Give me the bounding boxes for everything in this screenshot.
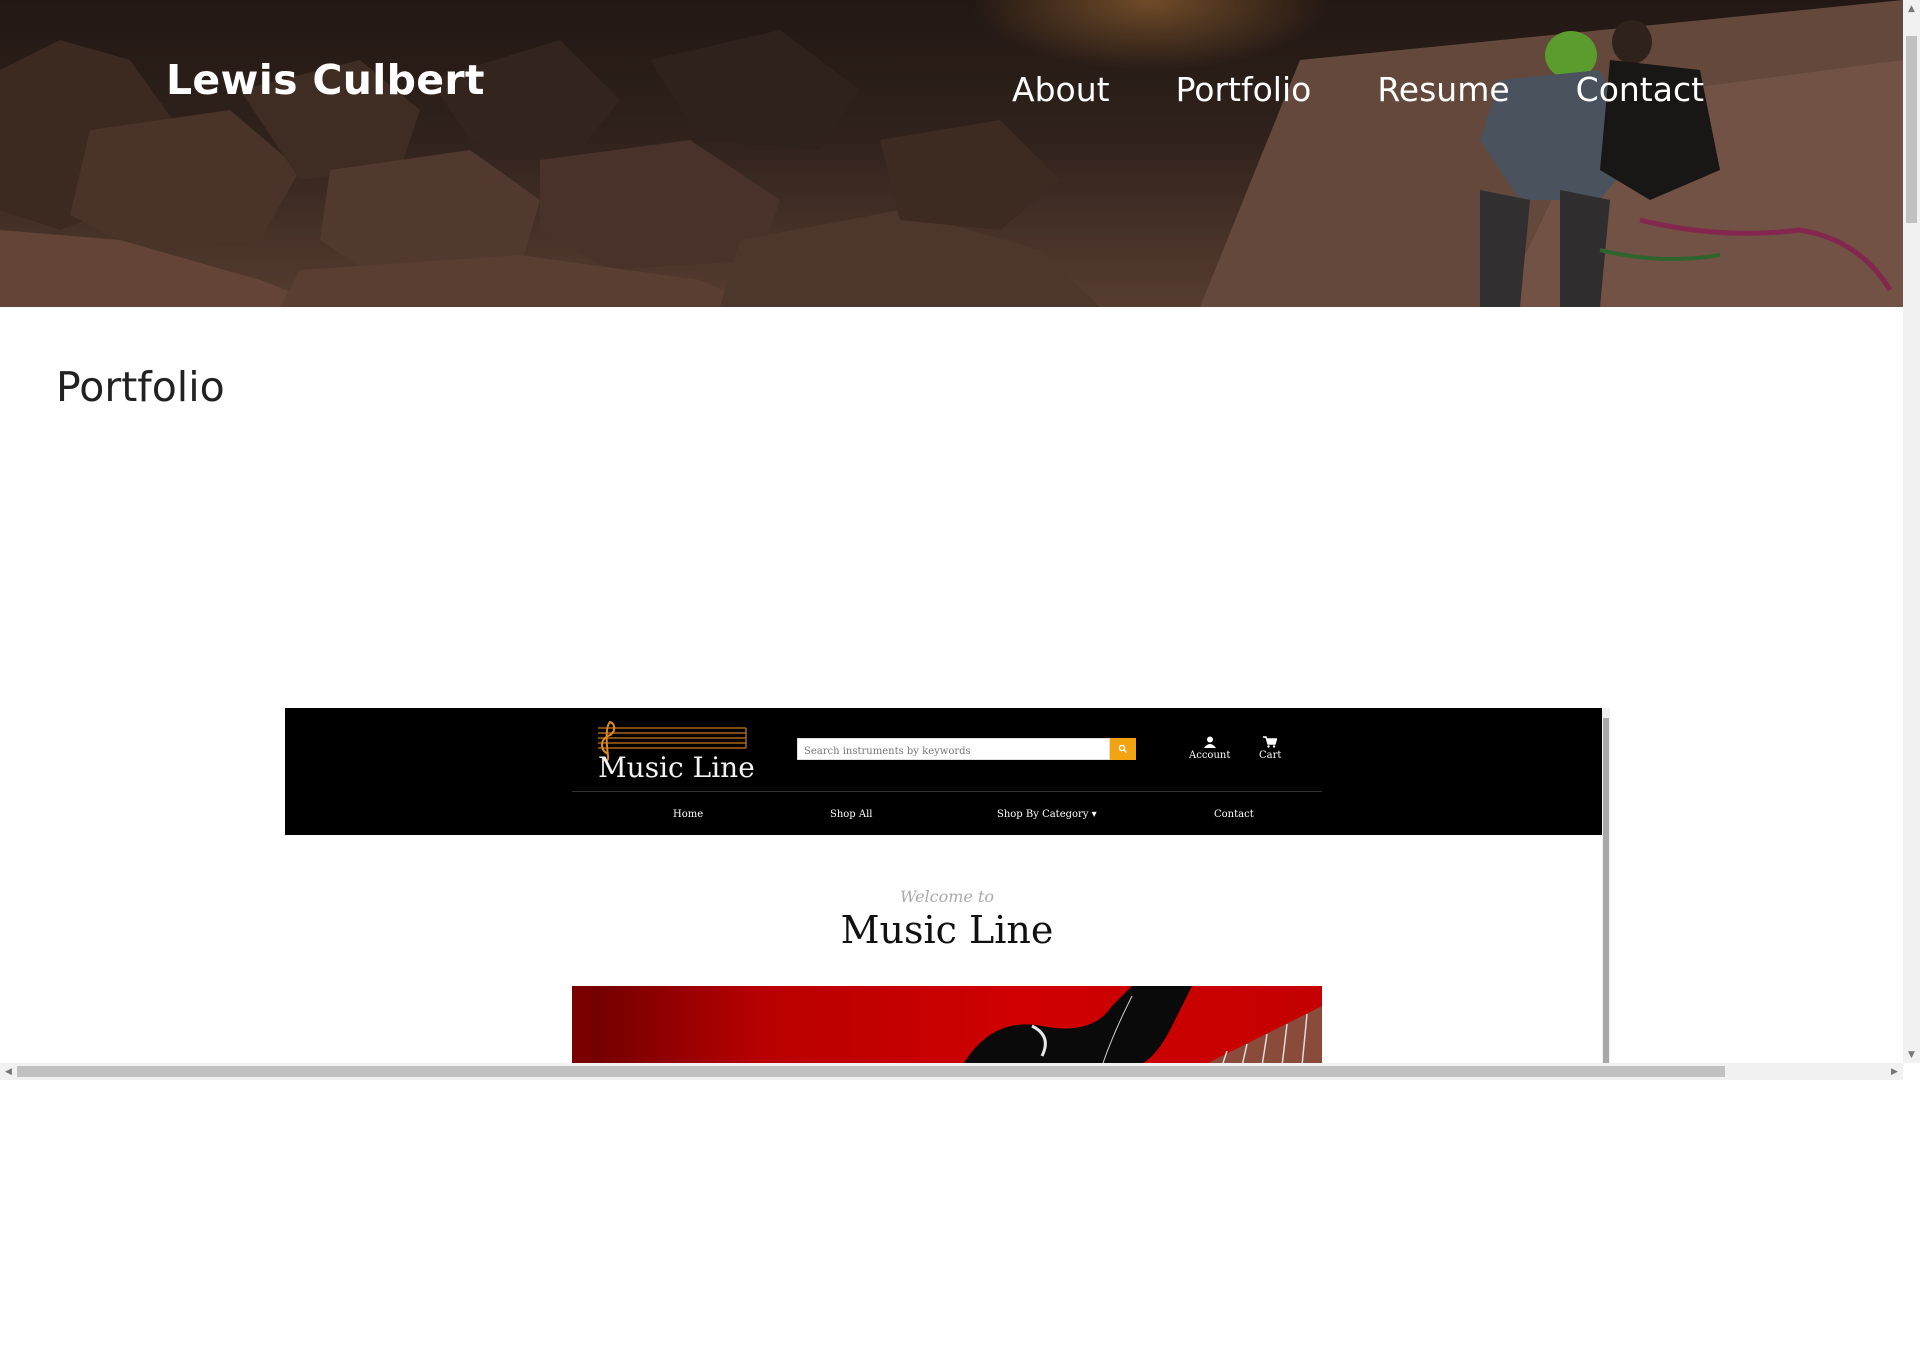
nav-contact-link[interactable]: Contact [1576, 70, 1704, 109]
preview-nav-shop-by-category[interactable]: Shop By Category ▾ [997, 809, 1097, 820]
scroll-down-icon[interactable]: ▼ [1903, 1046, 1920, 1063]
preview-scrollbar-thumb[interactable] [1603, 718, 1609, 1063]
preview-logo-text[interactable]: Music Line [598, 751, 755, 784]
project-preview-frame[interactable]: Music Line Account Cart [285, 708, 1610, 1063]
preview-welcome-subtitle: Welcome to [899, 887, 995, 906]
cart-icon [1263, 736, 1278, 748]
search-icon [1118, 744, 1127, 753]
preview-welcome-title: Music Line [840, 908, 1054, 952]
hero-overlay [0, 0, 1903, 307]
preview-nav: Home Shop All Shop By Category ▾ Contact [285, 809, 1609, 823]
preview-search-box [797, 738, 1110, 762]
preview-search-button[interactable] [1110, 738, 1136, 760]
scroll-right-icon[interactable]: ▶ [1886, 1063, 1903, 1080]
preview-search-input[interactable] [798, 741, 1109, 762]
preview-hero-banner[interactable] [572, 986, 1322, 1063]
preview-cart-button[interactable]: Cart [1259, 736, 1281, 761]
nav-portfolio-link[interactable]: Portfolio [1176, 70, 1312, 109]
preview-nav-shop-all[interactable]: Shop All [830, 809, 873, 820]
scroll-left-icon[interactable]: ◀ [0, 1063, 17, 1080]
hero-header: Lewis Culbert About Portfolio Resume Con… [0, 0, 1903, 307]
preview-header-divider [572, 791, 1322, 792]
account-icon [1203, 736, 1216, 748]
horizontal-scrollbar-thumb[interactable] [17, 1066, 1725, 1077]
preview-nav-home[interactable]: Home [673, 809, 703, 820]
nav-resume-link[interactable]: Resume [1377, 70, 1509, 109]
preview-account-label: Account [1189, 750, 1231, 761]
guitar-banner-image [572, 986, 1322, 1063]
preview-cart-label: Cart [1259, 750, 1282, 761]
vertical-scrollbar[interactable]: ▲ ▼ [1903, 0, 1920, 1063]
preview-nav-contact[interactable]: Contact [1214, 809, 1254, 820]
preview-header: Music Line Account Cart [285, 708, 1609, 835]
scroll-up-icon[interactable]: ▲ [1903, 0, 1920, 17]
site-title[interactable]: Lewis Culbert [166, 56, 485, 104]
main-nav: About Portfolio Resume Contact [1012, 70, 1770, 109]
preview-vertical-scrollbar[interactable] [1602, 708, 1610, 1063]
nav-about-link[interactable]: About [1012, 70, 1110, 109]
vertical-scrollbar-thumb[interactable] [1906, 36, 1917, 223]
horizontal-scrollbar[interactable]: ◀ ▶ [0, 1063, 1903, 1080]
section-title: Portfolio [56, 363, 225, 411]
preview-account-button[interactable]: Account [1189, 736, 1230, 761]
